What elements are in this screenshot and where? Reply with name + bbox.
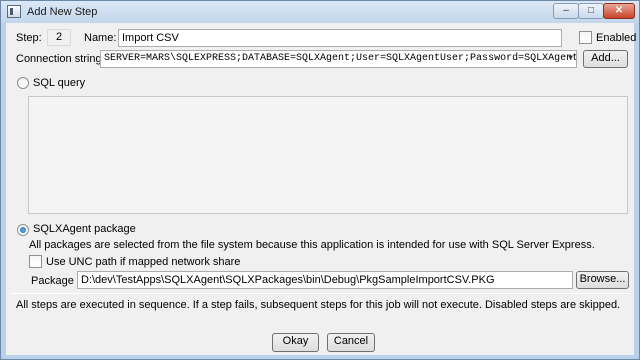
divider [10,293,630,294]
app-icon [7,5,21,18]
step-label: Step: [16,32,42,44]
step-number-field: 2 [47,29,71,46]
execution-note: All steps are executed in sequence. If a… [16,299,621,311]
unc-path-label: Use UNC path if mapped network share [46,256,241,268]
package-label: Package [31,275,74,287]
connection-string-dropdown[interactable]: SERVER=MARS\SQLEXPRESS;DATABASE=SQLXAgen… [100,50,577,68]
package-path-input[interactable]: D:\dev\TestApps\SQLXAgent\SQLXPackages\b… [77,271,573,289]
enabled-checkbox[interactable] [579,31,592,44]
okay-button[interactable]: Okay [272,333,319,352]
maximize-button[interactable]: □ [578,3,604,19]
add-connection-button[interactable]: Add... [583,50,628,68]
sql-query-label: SQL query [33,77,86,89]
browse-button[interactable]: Browse... [576,271,629,289]
unc-path-checkbox[interactable] [29,255,42,268]
sqlxagent-package-radio[interactable] [17,224,29,236]
name-input[interactable]: Import CSV [118,29,562,47]
dialog-window: Add New Step – □ ✕ Step: 2 Name: Import … [0,0,640,360]
chevron-down-icon: ▼ [568,54,573,63]
sqlxagent-package-label: SQLXAgent package [33,223,136,235]
sql-query-textarea[interactable] [28,96,628,214]
name-label: Name: [84,32,117,44]
sql-query-radio[interactable] [17,77,29,89]
dialog-body: Step: 2 Name: Import CSV Enabled Connect… [6,23,637,355]
enabled-label: Enabled [596,32,637,44]
connection-string-label: Connection string [16,53,102,65]
close-button[interactable]: ✕ [603,3,635,19]
connection-string-value: SERVER=MARS\SQLEXPRESS;DATABASE=SQLXAgen… [104,53,577,64]
window-title: Add New Step [27,6,98,18]
title-bar[interactable]: Add New Step – □ ✕ [1,1,639,23]
cancel-button[interactable]: Cancel [327,333,375,352]
minimize-button[interactable]: – [553,3,579,19]
package-description: All packages are selected from the file … [29,239,595,251]
